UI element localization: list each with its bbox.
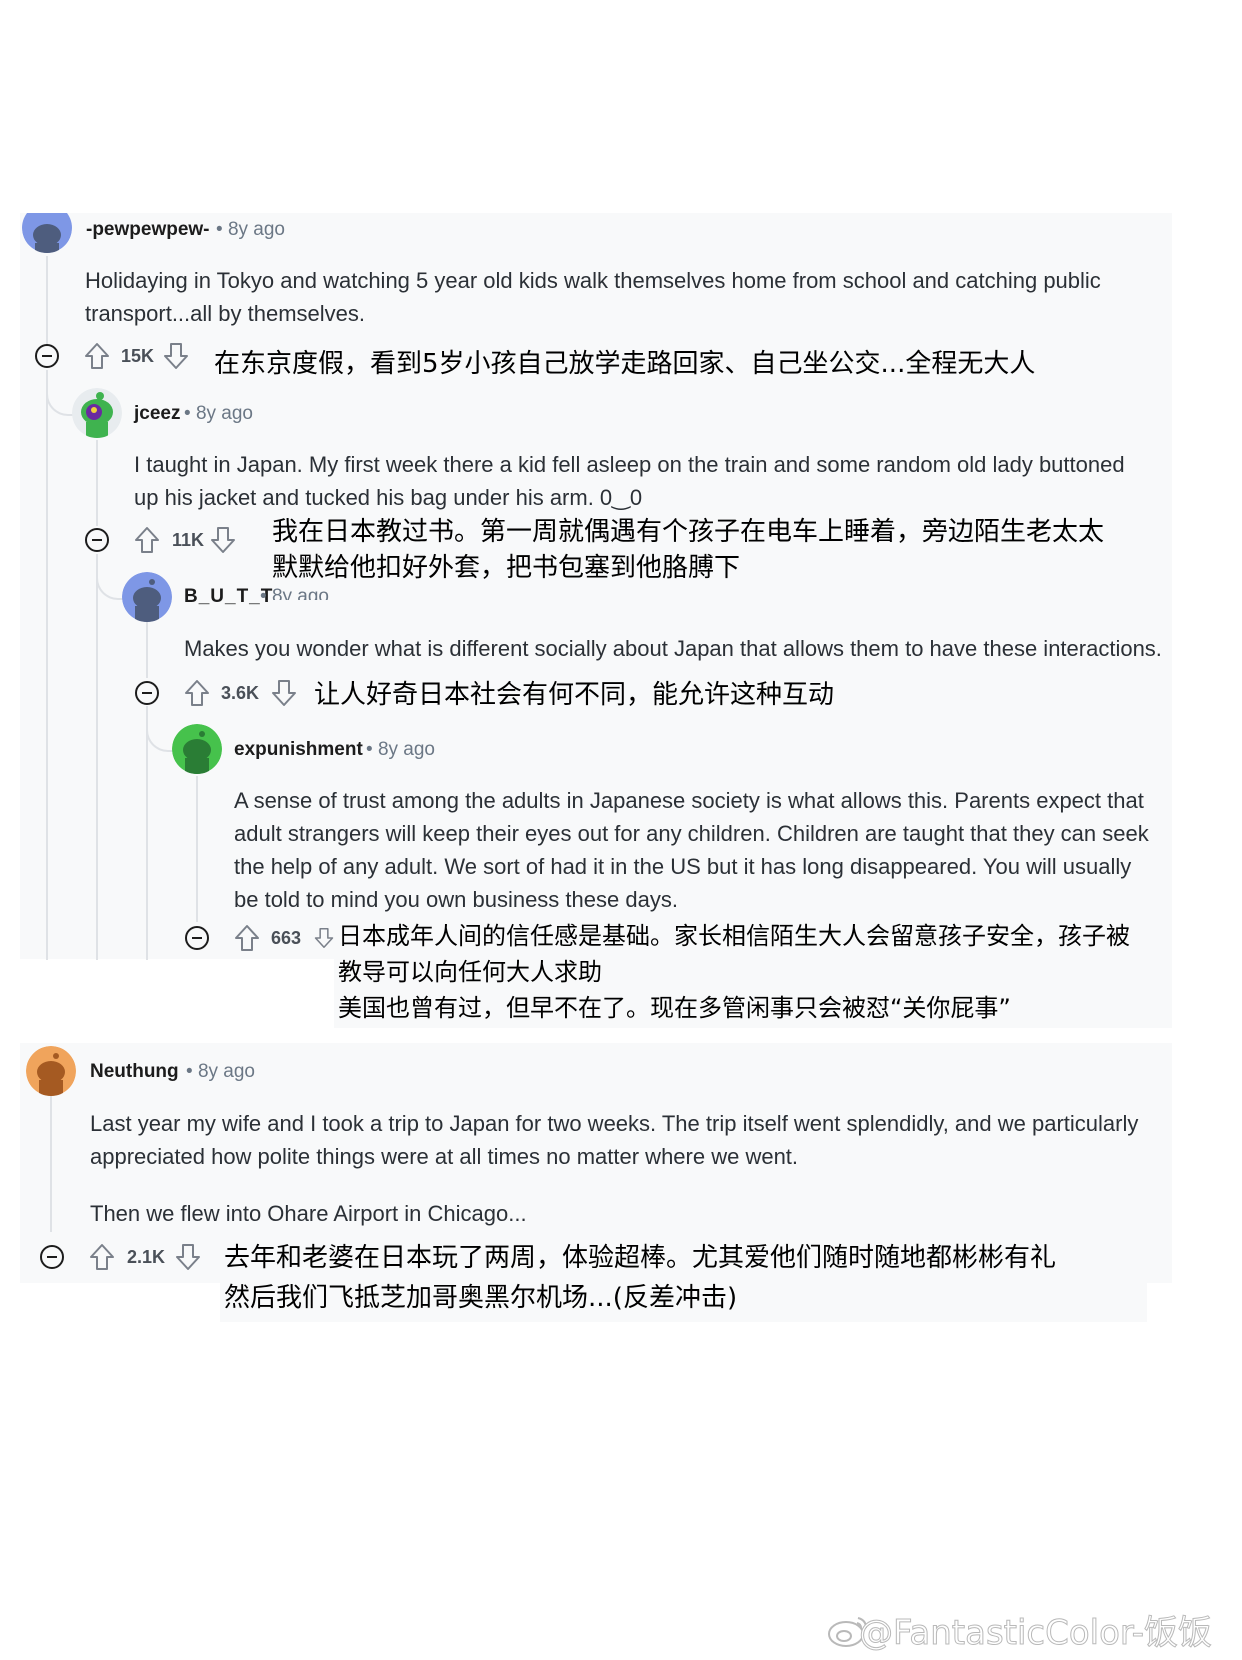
comment-body-line: Then we flew into Ohare Airport in Chica… bbox=[90, 1201, 527, 1226]
comment-body-line: the help of any adult. We sort of had it… bbox=[234, 854, 1132, 879]
comment-body: Makes you wonder what is different socia… bbox=[184, 632, 1169, 665]
watermark-text: @FantasticColor-饭饭 bbox=[858, 1613, 1212, 1654]
comment-body-line: Holidaying in Tokyo and watching 5 year … bbox=[85, 268, 1101, 293]
comment-meta: • 8y ago bbox=[184, 403, 253, 425]
comment-age: 8y ago bbox=[227, 219, 285, 240]
separator-dot: • bbox=[186, 1061, 193, 1082]
thread-line-2b bbox=[96, 554, 98, 960]
upvote-icon[interactable] bbox=[134, 526, 160, 554]
downvote-icon[interactable] bbox=[163, 342, 189, 370]
vote-score: 3.6K bbox=[221, 683, 260, 703]
translation-text: 在东京度假，看到5岁小孩自己放学走路回家、自己坐公交...全程无大人 bbox=[214, 346, 1035, 382]
translation-line: 去年和老婆在日本玩了两周，体验超棒。尤其爱他们随时随地都彬彬有礼 bbox=[224, 1243, 1057, 1273]
translation-text: 我在日本教过书。第一周就偶遇有个孩子在电车上睡着，旁边陌生老太太 默默给他扣好外… bbox=[272, 514, 1104, 586]
comment-body: A sense of trust among the adults in Jap… bbox=[234, 784, 1164, 916]
translation-text: 去年和老婆在日本玩了两周，体验超棒。尤其爱他们随时随地都彬彬有礼 然后我们飞抵芝… bbox=[224, 1238, 1056, 1318]
vote-score: 2.1K bbox=[127, 1247, 166, 1267]
collapse-icon[interactable] bbox=[135, 681, 159, 705]
comment-body-line: A sense of trust among the adults in Jap… bbox=[234, 788, 1144, 813]
thread-line-1 bbox=[46, 256, 48, 344]
comment-username[interactable]: -pewpewpew- bbox=[86, 219, 210, 241]
downvote-icon[interactable] bbox=[175, 1243, 201, 1271]
upvote-icon[interactable] bbox=[234, 924, 260, 952]
upvote-icon[interactable] bbox=[89, 1243, 115, 1271]
comment-body-line: up his jacket and tucked his bag under h… bbox=[134, 485, 643, 510]
comment-body-line: Makes you wonder what is different socia… bbox=[184, 636, 1162, 661]
thread-line-1b bbox=[46, 370, 48, 960]
comment-username[interactable]: Neuthung bbox=[90, 1061, 179, 1083]
collapse-icon[interactable] bbox=[85, 528, 109, 552]
comment-username[interactable]: jceez bbox=[134, 403, 180, 425]
separator-dot: • bbox=[216, 219, 223, 240]
comment-meta: • 8y ago bbox=[186, 1061, 255, 1083]
collapse-icon[interactable] bbox=[35, 344, 59, 368]
thread-line-4 bbox=[196, 776, 198, 922]
translation-text: 日本成年人间的信任感是基础。家长相信陌生大人会留意孩子安全，孩子被 教导可以向任… bbox=[338, 918, 1130, 1026]
comment-body: I taught in Japan. My first week there a… bbox=[134, 448, 1164, 514]
avatar-icon[interactable] bbox=[122, 572, 172, 622]
thread-line-3 bbox=[146, 622, 148, 678]
comment-body-line: I taught in Japan. My first week there a… bbox=[134, 452, 1125, 477]
downvote-icon[interactable] bbox=[271, 679, 297, 707]
comment-username[interactable]: expunishment bbox=[234, 739, 363, 761]
separator-dot: • bbox=[184, 403, 191, 424]
thread-line-3b bbox=[146, 706, 148, 960]
comment-body: Holidaying in Tokyo and watching 5 year … bbox=[85, 264, 1165, 330]
translation-text: 让人好奇日本社会有何不同，能允许这种互动 bbox=[314, 677, 834, 713]
comment-body-line: Last year my wife and I took a trip to J… bbox=[90, 1111, 1139, 1136]
translation-line: 在东京度假，看到5岁小孩自己放学走路回家、自己坐公交...全程无大人 bbox=[214, 349, 1036, 379]
comment-age: 8y ago bbox=[377, 739, 435, 760]
collapse-icon[interactable] bbox=[185, 926, 209, 950]
upvote-icon[interactable] bbox=[184, 679, 210, 707]
translation-line: 教导可以向任何大人求助 bbox=[338, 958, 602, 986]
downvote-icon[interactable] bbox=[210, 526, 236, 554]
separator-dot: • bbox=[260, 586, 267, 600]
comment-meta: • 8y ago bbox=[260, 586, 329, 600]
downvote-icon[interactable] bbox=[314, 924, 334, 952]
avatar-icon[interactable] bbox=[172, 724, 222, 774]
comment-body-line: appreciated how polite things were at al… bbox=[90, 1144, 799, 1169]
comment-body: Last year my wife and I took a trip to J… bbox=[90, 1107, 1170, 1230]
upvote-icon[interactable] bbox=[84, 342, 110, 370]
comment-meta: • 8y ago bbox=[366, 739, 435, 761]
translation-line: 美国也曾有过，但早不在了。现在多管闲事只会被怼“关你屁事” bbox=[338, 994, 1011, 1022]
comment-age: 8y ago bbox=[271, 586, 329, 600]
thread-line-5 bbox=[50, 1096, 52, 1232]
collapse-icon[interactable] bbox=[40, 1245, 64, 1269]
vote-score: 15K bbox=[121, 346, 155, 366]
translation-line: 我在日本教过书。第一周就偶遇有个孩子在电车上睡着，旁边陌生老太太 bbox=[272, 517, 1105, 547]
separator-dot: • bbox=[366, 739, 373, 760]
comment-body-line: adult strangers will keep their eyes out… bbox=[234, 821, 1149, 846]
comment-body-line: transport...all by themselves. bbox=[85, 301, 366, 326]
translation-line: 默默给他扣好外套，把书包塞到他胳膊下 bbox=[272, 553, 741, 583]
translation-line: 然后我们飞抵芝加哥奥黑尔机场...(反差冲击) bbox=[224, 1283, 738, 1313]
vote-score: 11K bbox=[172, 530, 205, 550]
avatar-icon[interactable] bbox=[72, 388, 122, 438]
comment-age: 8y ago bbox=[197, 1061, 255, 1082]
thread-line-2 bbox=[96, 440, 98, 526]
translation-line: 让人好奇日本社会有何不同，能允许这种互动 bbox=[314, 680, 835, 710]
comment-body-line: be told to mind you own business these d… bbox=[234, 887, 678, 912]
translation-line: 日本成年人间的信任感是基础。家长相信陌生大人会留意孩子安全，孩子被 bbox=[338, 922, 1130, 950]
comment-meta: • 8y ago bbox=[216, 219, 285, 241]
comment-age: 8y ago bbox=[195, 403, 253, 424]
vote-score: 663 bbox=[271, 928, 302, 948]
avatar-icon[interactable] bbox=[26, 1046, 76, 1096]
